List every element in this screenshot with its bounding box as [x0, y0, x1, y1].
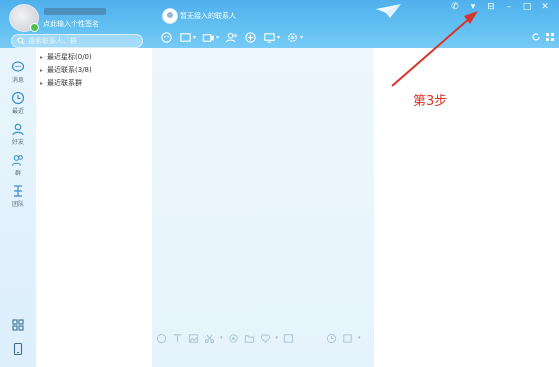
search-box[interactable]	[11, 34, 143, 48]
video-call-tool[interactable]: ▾	[202, 30, 219, 44]
chevron-down-icon[interactable]: ▾	[277, 34, 280, 41]
chat-contact-avatar	[162, 8, 178, 24]
grid-icon[interactable]	[545, 32, 555, 42]
sidebar-item-label: 最近	[11, 108, 24, 115]
monitor-icon	[264, 32, 275, 43]
sidebar-item-friends[interactable]: 好友	[0, 122, 36, 146]
sidebar-item-label: 消息	[11, 77, 24, 84]
chevron-right-icon: ▸	[40, 80, 44, 87]
sidebar-item-team[interactable]: 团队	[0, 184, 36, 208]
share-screen-tool[interactable]	[244, 30, 257, 44]
sidebar-item-recent[interactable]: 最近	[0, 91, 36, 115]
close-icon[interactable]: ✕	[539, 2, 551, 12]
remote-assist-tool[interactable]: ▾	[263, 30, 280, 44]
pin-icon[interactable]: ⊟	[485, 2, 497, 12]
screenshot-icon	[180, 32, 191, 42]
scissors-icon[interactable]	[204, 333, 215, 344]
emoji-face-icon[interactable]	[156, 333, 167, 344]
chevron-down-icon[interactable]: ▾	[193, 34, 196, 41]
chevron-right-icon: ▸	[40, 54, 44, 61]
input-toolbar: ▾ ▾ ▾	[152, 328, 374, 348]
emoji-tool[interactable]	[160, 30, 173, 44]
heart-icon[interactable]	[260, 333, 271, 344]
apps-grid-icon	[12, 319, 24, 331]
refresh-icon[interactable]	[531, 32, 541, 42]
group-label: 最近星标(0/0)	[47, 53, 92, 61]
shake-icon[interactable]	[228, 333, 239, 344]
chevron-down-icon[interactable]: ▾	[358, 335, 361, 341]
group-label: 最近联系群	[47, 79, 83, 87]
sidebar-item-label: 群	[14, 170, 21, 177]
app-tool[interactable]: ▾	[286, 30, 303, 44]
sidebar-item-groups[interactable]: 群	[0, 153, 36, 177]
gear-icon	[288, 32, 297, 42]
chevron-down-icon[interactable]: ▾	[220, 335, 223, 341]
title-bar: 点此输入个性签名 暂无接入的联系人 ▾ ▾ ▾ ▾	[0, 0, 559, 48]
side-panel	[375, 48, 559, 367]
image-icon[interactable]	[188, 333, 199, 344]
friend-icon	[12, 123, 24, 136]
search-input[interactable]	[28, 37, 138, 45]
clock-icon	[11, 91, 25, 105]
list-item[interactable]: ▸ 最近联系群	[40, 78, 82, 88]
group-label: 最近联系(3/8)	[47, 66, 92, 74]
window-controls: ✆ ▾ ⊟ – □ ✕	[449, 2, 551, 12]
chevron-down-icon[interactable]: ▾	[467, 2, 479, 12]
step-annotation: 第3步	[413, 94, 448, 109]
team-icon	[14, 185, 22, 197]
share-screen-icon	[245, 31, 256, 43]
sidebar-mobile[interactable]	[0, 342, 36, 356]
emoji-face-icon	[161, 31, 172, 43]
minimize-icon[interactable]: –	[503, 2, 515, 12]
maximize-icon[interactable]: □	[521, 2, 533, 12]
chevron-down-icon[interactable]: ▾	[300, 34, 303, 41]
right-toolbar	[531, 32, 555, 42]
font-icon[interactable]	[172, 333, 183, 344]
chevron-right-icon: ▸	[40, 67, 44, 74]
online-status-icon[interactable]	[30, 23, 39, 32]
list-item[interactable]: ▸ 最近联系(3/8)	[40, 65, 92, 75]
sidebar-item-messages[interactable]: 消息	[0, 60, 36, 84]
chevron-down-icon[interactable]: ▾	[216, 34, 219, 41]
video-camera-icon	[202, 33, 214, 42]
signature-text[interactable]: 点此输入个性签名	[43, 19, 99, 29]
chat-message-area	[152, 48, 374, 367]
mobile-phone-icon	[13, 342, 23, 356]
sidebar-item-label: 好友	[11, 139, 24, 146]
list-item[interactable]: ▸ 最近星标(0/0)	[40, 52, 92, 62]
folder-icon[interactable]	[244, 333, 255, 344]
paper-plane-icon	[376, 4, 401, 18]
chat-record-icon[interactable]	[342, 333, 353, 344]
nav-sidebar: 消息 最近 好友 群 团队	[0, 48, 36, 367]
sidebar-apps[interactable]	[0, 318, 36, 332]
contact-list: ▸ 最近星标(0/0) ▸ 最近联系(3/8) ▸ 最近联系群	[36, 48, 151, 367]
chat-title: 暂无接入的联系人	[180, 12, 236, 20]
phone-icon[interactable]: ✆	[449, 2, 461, 12]
message-icon	[11, 61, 25, 72]
chat-toolbar: ▾ ▾ ▾ ▾	[160, 30, 303, 44]
history-icon[interactable]	[326, 333, 337, 344]
search-icon	[17, 37, 25, 45]
screenshot-tool[interactable]: ▾	[179, 30, 196, 44]
photo-icon[interactable]	[283, 333, 294, 344]
sidebar-item-label: 团队	[11, 201, 24, 208]
add-friend-tool[interactable]	[225, 30, 238, 44]
add-user-icon	[225, 32, 238, 42]
chevron-down-icon[interactable]: ▾	[276, 335, 279, 341]
blurred-nickname	[44, 8, 106, 15]
group-icon	[11, 155, 23, 166]
